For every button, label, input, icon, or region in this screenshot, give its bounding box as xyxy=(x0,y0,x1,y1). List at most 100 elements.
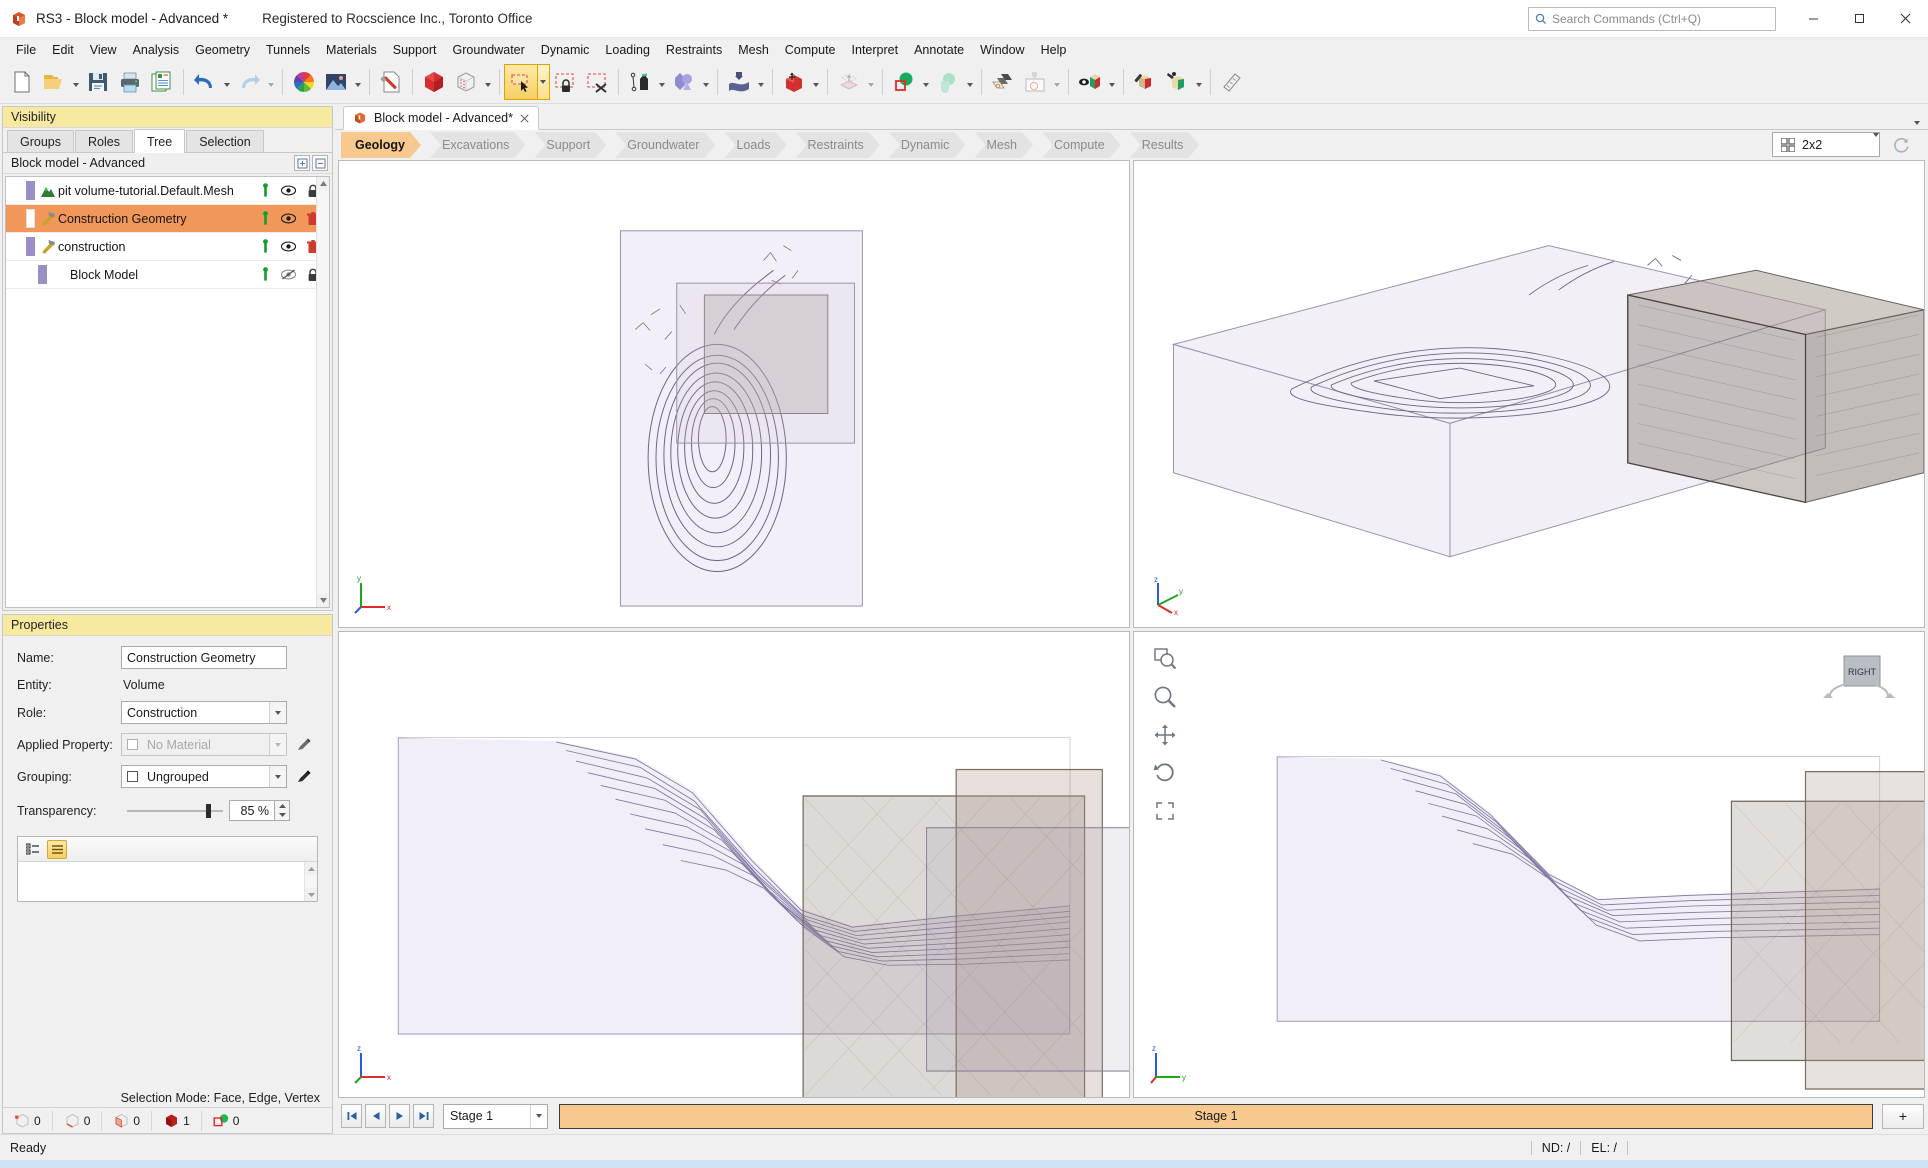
open-file-caret[interactable] xyxy=(70,65,82,99)
menu-groundwater[interactable]: Groundwater xyxy=(445,41,533,59)
pin-icon[interactable] xyxy=(261,183,270,198)
view-layout-select[interactable]: 2x2 xyxy=(1772,132,1880,157)
transparency-value[interactable]: 85 % xyxy=(229,800,275,821)
tab-overflow-caret[interactable] xyxy=(1914,121,1920,125)
menu-annotate[interactable]: Annotate xyxy=(906,41,972,59)
tab-dynamic[interactable]: Dynamic xyxy=(889,132,966,158)
attribute-list-scrollbar[interactable] xyxy=(304,862,317,901)
volume-count[interactable]: 1 xyxy=(152,1110,202,1131)
pin-icon[interactable] xyxy=(261,267,270,282)
tree-scroll-down-arrow[interactable] xyxy=(317,594,329,607)
transparency-step-down[interactable] xyxy=(275,811,289,821)
open-file-button[interactable] xyxy=(38,65,70,99)
close-button[interactable] xyxy=(1882,0,1928,38)
pen-polyline-caret[interactable] xyxy=(656,65,668,99)
document-tab[interactable]: Block model - Advanced* xyxy=(343,106,539,130)
menu-analysis[interactable]: Analysis xyxy=(125,41,188,59)
tree-scrollbar[interactable] xyxy=(316,177,329,607)
import-surface-button[interactable] xyxy=(723,65,755,99)
eye-hidden-icon[interactable] xyxy=(281,269,296,280)
import-surface-caret[interactable] xyxy=(755,65,767,99)
menu-materials[interactable]: Materials xyxy=(318,41,385,59)
visibility-block-caret[interactable] xyxy=(1106,65,1118,99)
material-sphere-button[interactable] xyxy=(888,65,920,99)
image-background-button[interactable] xyxy=(320,65,352,99)
menu-view[interactable]: View xyxy=(82,41,125,59)
move-volume-caret[interactable] xyxy=(810,65,822,99)
eye-visible-icon[interactable] xyxy=(281,241,296,252)
chevron-down-icon[interactable] xyxy=(1873,133,1879,156)
extrude-caret[interactable] xyxy=(865,65,877,99)
block-tools-button[interactable] xyxy=(1161,65,1193,99)
pin-icon[interactable] xyxy=(261,211,270,226)
stage-select[interactable]: Stage 1 xyxy=(443,1103,548,1129)
lock-selection-button[interactable] xyxy=(549,65,581,99)
first-stage-button[interactable] xyxy=(341,1104,362,1128)
undo-caret[interactable] xyxy=(221,65,233,99)
chevron-down-icon[interactable] xyxy=(269,702,286,723)
edit-grouping-button[interactable] xyxy=(297,769,312,784)
face-count[interactable]: 0 xyxy=(102,1110,153,1131)
menu-mesh[interactable]: Mesh xyxy=(730,41,777,59)
tab-mesh[interactable]: Mesh xyxy=(974,132,1033,158)
menu-edit[interactable]: Edit xyxy=(44,41,82,59)
zoom-window-icon[interactable] xyxy=(1152,646,1178,672)
tab-tree[interactable]: Tree xyxy=(133,129,186,153)
image-import-button[interactable] xyxy=(1019,65,1051,99)
new-file-button[interactable] xyxy=(6,65,38,99)
pen-polyline-button[interactable] xyxy=(624,65,656,99)
tab-groundwater[interactable]: Groundwater xyxy=(615,132,715,158)
list-scroll-up-arrow[interactable] xyxy=(305,862,317,875)
add-stage-button[interactable]: + xyxy=(1882,1103,1924,1129)
list-scroll-down-arrow[interactable] xyxy=(305,888,317,901)
layers-button[interactable] xyxy=(987,65,1019,99)
viewport-top-left[interactable]: y x xyxy=(338,160,1130,628)
close-tab-icon[interactable] xyxy=(520,113,529,123)
undo-button[interactable] xyxy=(189,65,221,99)
menu-tunnels[interactable]: Tunnels xyxy=(258,41,318,59)
stage-timeline[interactable]: Stage 1 xyxy=(559,1103,1873,1129)
eye-visible-icon[interactable] xyxy=(281,185,296,196)
pan-icon[interactable] xyxy=(1152,722,1178,748)
grouping-select[interactable]: Ungrouped xyxy=(121,765,287,788)
measure-button[interactable] xyxy=(1216,65,1248,99)
move-volume-button[interactable] xyxy=(778,65,810,99)
menu-compute[interactable]: Compute xyxy=(777,41,844,59)
search-input[interactable]: Search Commands (Ctrl+Q) xyxy=(1528,6,1776,31)
previous-stage-button[interactable] xyxy=(365,1104,386,1128)
transparency-step-up[interactable] xyxy=(275,801,289,811)
tree-row-construction-geometry[interactable]: Construction Geometry xyxy=(6,205,329,233)
model-tree[interactable]: pit volume-tutorial.Default.Mesh Constru… xyxy=(5,176,330,608)
grouping-checkbox[interactable] xyxy=(127,771,138,782)
tree-row-construction[interactable]: construction xyxy=(6,233,329,261)
clear-selection-button[interactable] xyxy=(581,65,613,99)
print-button[interactable] xyxy=(114,65,146,99)
edge-count[interactable]: 0 xyxy=(53,1110,103,1131)
zoom-extents-icon[interactable] xyxy=(1152,798,1178,824)
transparency-slider-thumb[interactable] xyxy=(205,803,211,818)
boolean-shapes-caret[interactable] xyxy=(700,65,712,99)
chevron-down-icon[interactable] xyxy=(530,1104,547,1128)
tab-excavations[interactable]: Excavations xyxy=(430,132,525,158)
tab-roles[interactable]: Roles xyxy=(75,130,133,152)
next-stage-button[interactable] xyxy=(389,1104,410,1128)
list-compact-view-button[interactable] xyxy=(47,839,67,859)
tab-support[interactable]: Support xyxy=(534,132,606,158)
list-detail-view-button[interactable] xyxy=(23,840,43,859)
eye-visible-icon[interactable] xyxy=(281,213,296,224)
tab-results[interactable]: Results xyxy=(1130,132,1200,158)
report-generator-button[interactable] xyxy=(146,65,178,99)
extrude-button[interactable] xyxy=(833,65,865,99)
save-button[interactable] xyxy=(82,65,114,99)
boolean-shapes-button[interactable] xyxy=(668,65,700,99)
menu-support[interactable]: Support xyxy=(385,41,445,59)
redo-button[interactable] xyxy=(233,65,265,99)
menu-help[interactable]: Help xyxy=(1033,41,1075,59)
transparency-slider[interactable] xyxy=(127,803,223,818)
image-import-caret[interactable] xyxy=(1051,65,1063,99)
menu-interpret[interactable]: Interpret xyxy=(844,41,907,59)
transparency-stepper[interactable] xyxy=(275,800,290,821)
design-tool-button[interactable] xyxy=(375,65,407,99)
menu-restraints[interactable]: Restraints xyxy=(658,41,730,59)
image-background-caret[interactable] xyxy=(352,65,364,99)
